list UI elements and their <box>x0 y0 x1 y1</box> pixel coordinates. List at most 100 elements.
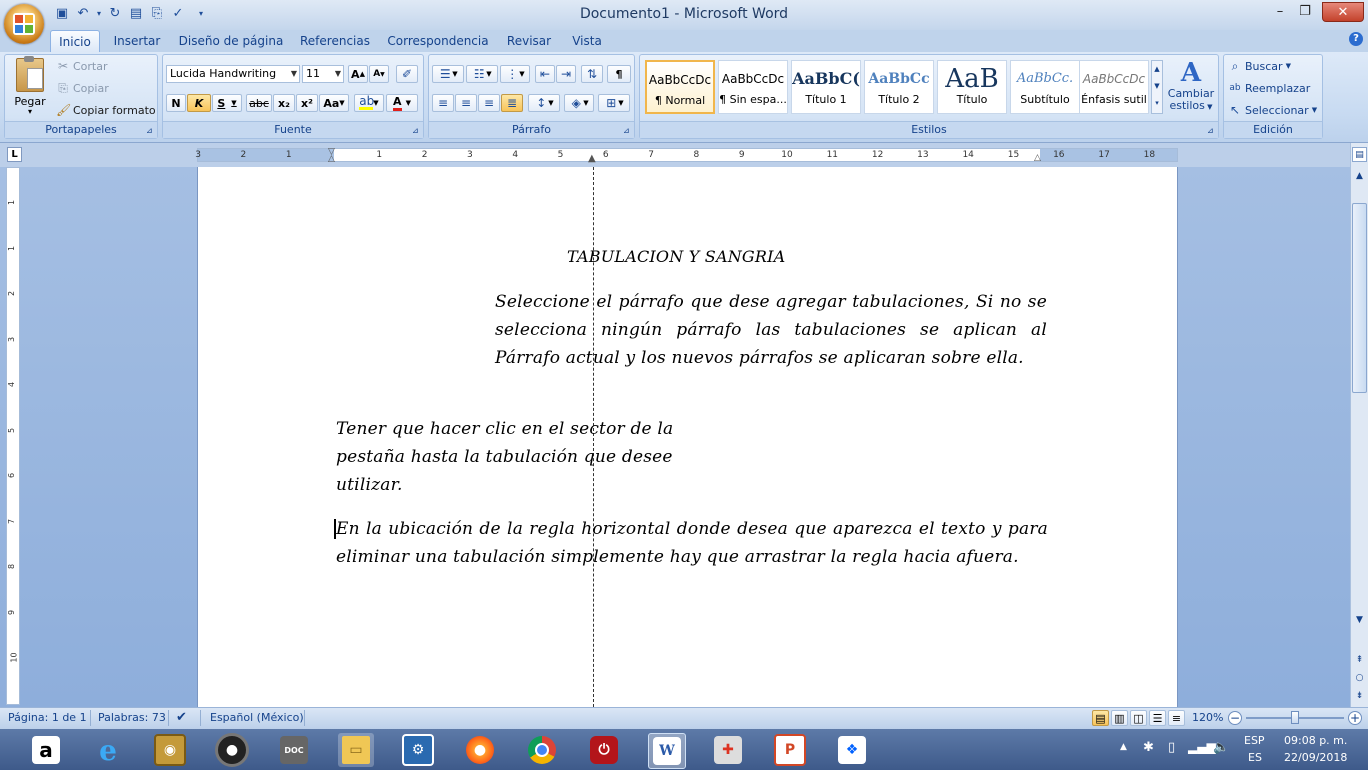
multilevel-list-button[interactable]: ⋮ ▼ <box>500 65 530 83</box>
spelling-icon[interactable]: ✓ <box>170 6 186 22</box>
show-marks-button[interactable]: ¶ <box>607 65 631 83</box>
language-status[interactable]: Español (México) <box>210 711 304 725</box>
clear-format-button[interactable]: ✐ <box>396 65 418 83</box>
zoom-slider-thumb[interactable] <box>1291 711 1299 724</box>
highlight-button[interactable]: ab ▼ <box>354 94 384 112</box>
signal-icon[interactable]: ▂▄▆ <box>1188 740 1216 754</box>
restore-button[interactable]: ❐ <box>1293 2 1317 22</box>
tab-revisar[interactable]: Revisar <box>500 30 558 52</box>
zoom-in-button[interactable]: + <box>1348 711 1362 725</box>
right-indent-icon[interactable]: △ <box>1034 153 1041 163</box>
select-icon[interactable]: ⎘ <box>149 6 165 22</box>
format-painter-button[interactable]: 🖌 Copiar formato <box>56 103 156 117</box>
settings-icon[interactable]: ⚙ <box>400 733 436 767</box>
paragraph-2[interactable]: Tener que hacer clic en el sector de la … <box>336 415 736 499</box>
paste-button[interactable]: Pegar ▾ <box>8 56 52 120</box>
edge-icon[interactable]: e <box>90 733 126 767</box>
vertical-ruler[interactable]: 1 1 2 3 4 5 6 7 8 9 10 <box>6 167 20 705</box>
dialog-launcher-icon[interactable]: ⊿ <box>146 127 154 135</box>
powerpoint-icon[interactable]: P <box>772 733 808 767</box>
horizontal-ruler[interactable]: 3 2 1 1 2 3 4 5 6 7 8 9 10 11 12 13 14 15 16 17 18 ▽ △ ▲ △ <box>195 147 1178 164</box>
style-normal[interactable]: AaBbCcDc ¶ Normal <box>645 60 715 114</box>
superscript-button[interactable]: x² <box>296 94 318 112</box>
shrink-font-button[interactable]: A ▼ <box>369 65 389 83</box>
strikethrough-button[interactable]: abc <box>246 94 272 112</box>
find-button[interactable]: ⌕ Buscar ▼ <box>1228 59 1291 73</box>
increase-indent-button[interactable]: ⇥ <box>556 65 576 83</box>
firefox-icon[interactable]: ● <box>462 733 498 767</box>
undo-icon[interactable]: ↶ <box>75 6 91 22</box>
select-button[interactable]: ↖ Seleccionar ▼ <box>1228 103 1317 117</box>
save-icon[interactable]: ▣ <box>54 6 70 22</box>
tray-expand-icon[interactable]: ▲ <box>1120 742 1127 752</box>
help-icon[interactable]: ? <box>1349 32 1363 46</box>
sort-button[interactable]: ⇅ <box>581 65 603 83</box>
page-count[interactable]: Página: 1 de 1 <box>8 711 87 725</box>
dialog-launcher-icon[interactable]: ⊿ <box>412 127 420 135</box>
scroll-thumb[interactable] <box>1352 203 1367 393</box>
scroll-up-icon[interactable]: ▲ <box>1352 169 1367 184</box>
vertical-scrollbar[interactable]: ▤ ▲ ▼ ⇞ ○ ⇟ <box>1350 143 1368 707</box>
tab-inicio[interactable]: Inicio <box>50 30 100 52</box>
style-sin-espaciado[interactable]: AaBbCcDc ¶ Sin espa... <box>718 60 788 114</box>
underline-button[interactable]: S ▼ <box>212 94 242 112</box>
style-subtitulo[interactable]: AaBbCc. Subtítulo <box>1010 60 1080 114</box>
numbering-button[interactable]: ☷ ▼ <box>466 65 498 83</box>
align-left-button[interactable]: ≡ <box>432 94 454 112</box>
word-icon[interactable]: W <box>648 733 686 769</box>
clock-time[interactable]: 09:08 p. m. <box>1284 734 1347 747</box>
doc-icon[interactable]: DOC <box>276 733 312 767</box>
bullets-button[interactable]: ☰ ▼ <box>432 65 464 83</box>
zoom-out-button[interactable]: − <box>1228 711 1242 725</box>
change-case-button[interactable]: Aa ▼ <box>319 94 349 112</box>
zoom-level[interactable]: 120% <box>1192 711 1223 725</box>
bluetooth-icon[interactable]: ✱ <box>1143 740 1154 755</box>
more-icon[interactable]: ▾ <box>1152 95 1162 112</box>
align-right-button[interactable]: ≡ <box>478 94 500 112</box>
dialog-launcher-icon[interactable]: ⊿ <box>1207 127 1215 135</box>
outline-icon[interactable]: ☰ <box>1149 710 1166 726</box>
print-layout-icon[interactable]: ▤ <box>1092 710 1109 726</box>
scroll-down-icon[interactable]: ▼ <box>1352 613 1367 628</box>
office-button[interactable] <box>4 4 44 44</box>
paragraph-1[interactable]: Seleccione el párrafo que dese agregar t… <box>495 288 1047 372</box>
shading-button[interactable]: ◈ ▼ <box>564 94 594 112</box>
style-titulo-1[interactable]: AaBbC(Título 1 <box>791 60 861 114</box>
full-screen-reading-icon[interactable]: ▥ <box>1111 710 1128 726</box>
tab-selector-button[interactable]: L <box>7 147 22 162</box>
speaker-icon[interactable]: ● <box>214 733 250 767</box>
chrome-icon[interactable] <box>524 733 560 767</box>
customize-qat-icon[interactable]: ▾ <box>197 6 205 22</box>
style-enfasis-sutil[interactable]: AaBbCcDc Énfasis sutil <box>1079 60 1149 114</box>
document-heading[interactable]: TABULACION Y SANGRIA <box>567 243 785 271</box>
chevron-down-icon[interactable]: ▾ <box>96 6 102 22</box>
italic-button[interactable]: K <box>187 94 211 112</box>
grow-font-button[interactable]: A ▲ <box>348 65 368 83</box>
copy-button[interactable]: ⎘ Copiar <box>56 81 109 95</box>
media-icon[interactable]: ◉ <box>152 733 188 767</box>
font-size-combo[interactable]: 11 ▼ <box>302 65 344 83</box>
borders-button[interactable]: ⊞ ▼ <box>598 94 630 112</box>
replace-button[interactable]: ab Reemplazar <box>1228 81 1310 95</box>
style-titulo-2[interactable]: AaBbCc Título 2 <box>864 60 934 114</box>
tab-insertar[interactable]: Insertar <box>106 30 168 52</box>
styles-scroll[interactable]: ▲ ▼ ▾ <box>1151 60 1163 114</box>
justify-button[interactable]: ≣ <box>501 94 523 112</box>
line-spacing-button[interactable]: ↕ ▼ <box>528 94 560 112</box>
amazon-icon[interactable]: a <box>28 733 64 767</box>
cut-button[interactable]: ✂ Cortar <box>56 59 108 73</box>
folder-icon[interactable]: ▭ <box>338 733 374 767</box>
tab-vista[interactable]: Vista <box>564 30 610 52</box>
decrease-indent-button[interactable]: ⇤ <box>535 65 555 83</box>
dialog-launcher-icon[interactable]: ⊿ <box>623 127 631 135</box>
draft-icon[interactable]: ≡ <box>1168 710 1185 726</box>
previous-page-icon[interactable]: ⇞ <box>1352 653 1367 668</box>
minimize-button[interactable]: – <box>1268 2 1292 22</box>
clock-date[interactable]: 22/09/2018 <box>1284 751 1347 764</box>
tab-correspondencia[interactable]: Correspondencia <box>384 30 492 52</box>
chevron-up-icon[interactable]: ▲ <box>1152 61 1162 78</box>
chevron-down-icon[interactable]: ▼ <box>1152 78 1162 95</box>
web-layout-icon[interactable]: ◫ <box>1130 710 1147 726</box>
lang-bottom[interactable]: ES <box>1248 751 1262 764</box>
browse-object-icon[interactable]: ○ <box>1352 671 1367 686</box>
